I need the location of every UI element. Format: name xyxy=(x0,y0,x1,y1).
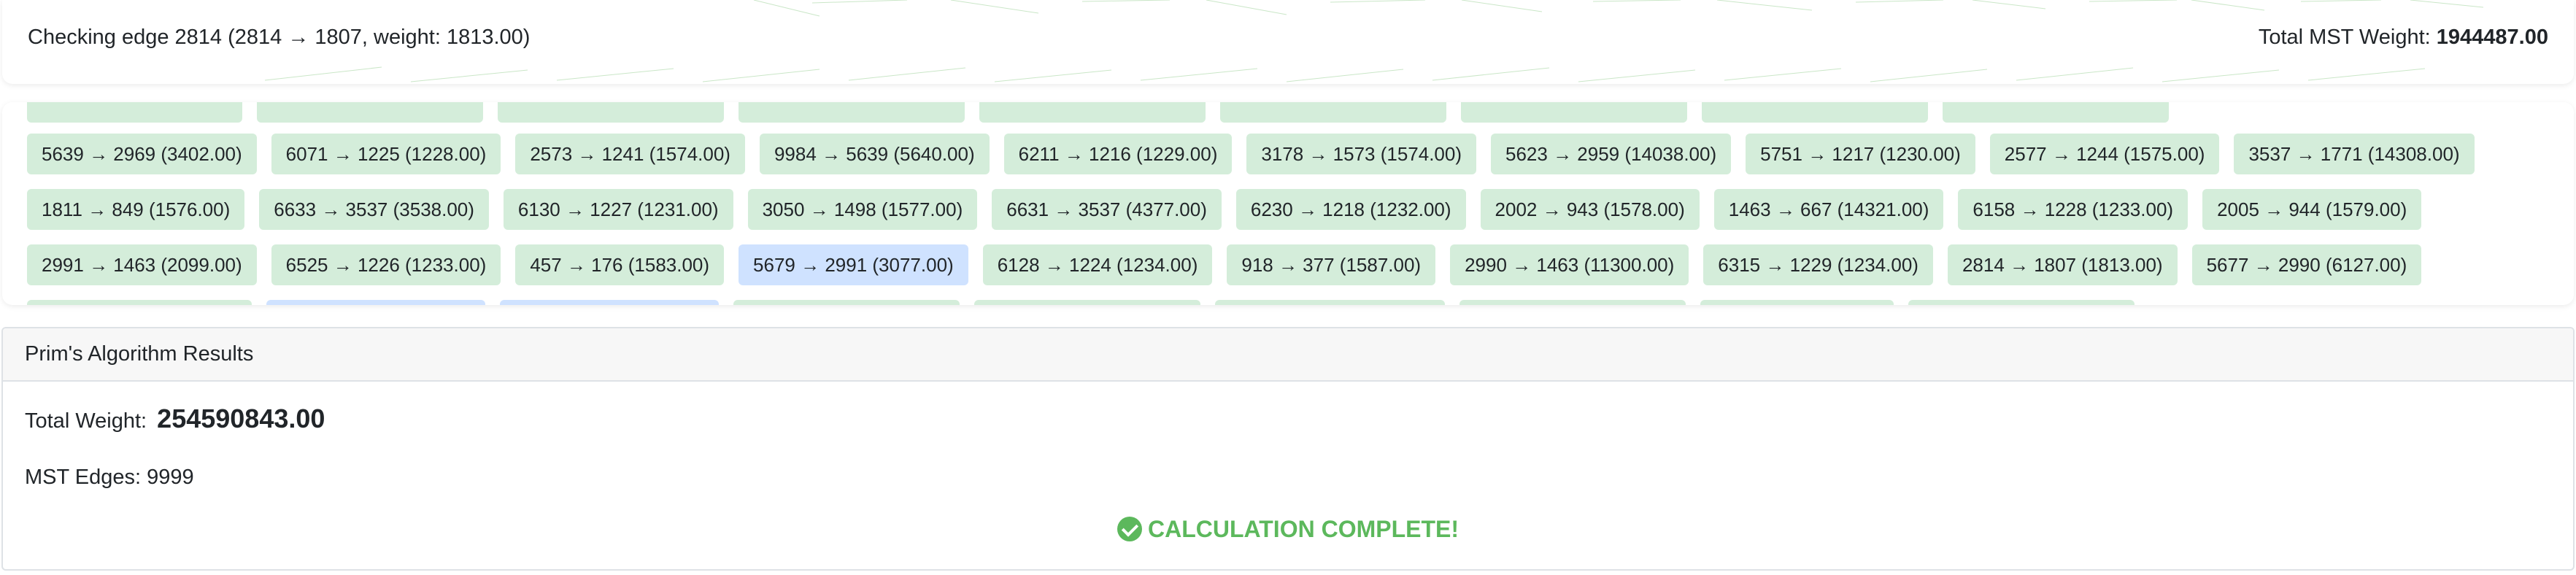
edge-badge: 5639 → 2969 (3402.00) xyxy=(27,134,257,174)
edge-badge xyxy=(1702,102,1928,123)
edge-badge: 5677 → 2990 (6127.00) xyxy=(2191,244,2422,285)
edge-badge xyxy=(979,102,1206,123)
edge-badge: 457 → 176 (1583.00) xyxy=(515,244,725,285)
edge-row-3: 2991 → 1463 (2099.00) 6525 → 1226 (1233.… xyxy=(27,244,2422,285)
calculation-complete-status: CALCULATION COMPLETE! xyxy=(3,516,2573,543)
edge-badge xyxy=(257,102,483,123)
edge-badge: 3537 → 1771 (14308.00) xyxy=(2234,134,2475,174)
edge-badge: 918 → 377 (1587.00) xyxy=(1227,244,1436,285)
edge-badge: 5751 → 1217 (1230.00) xyxy=(1746,134,1975,174)
current-edge-status: Checking edge 2814 (2814 → 1807, weight:… xyxy=(28,26,531,49)
edge-badge xyxy=(1459,300,1686,305)
edge-badge xyxy=(27,300,252,305)
edge-badge: 6130 → 1227 (1231.00) xyxy=(503,189,733,230)
edge-row-partial-top xyxy=(27,102,2169,123)
edge-row-2: 1811 → 849 (1576.00) 6633 → 3537 (3538.0… xyxy=(27,189,2422,230)
edge-badge: 2990 → 1463 (11300.00) xyxy=(1450,244,1689,285)
mst-edge-count: MST Edges: 9999 xyxy=(25,466,194,489)
edge-badge: 5623 → 2959 (14038.00) xyxy=(1491,134,1732,174)
edge-badge: 6230 → 1218 (1232.00) xyxy=(1235,189,1466,230)
edge-badge: 2577 → 1244 (1575.00) xyxy=(1989,134,2220,174)
edge-badge xyxy=(498,102,724,123)
results-body: Total Weight: 254590843.00 MST Edges: 99… xyxy=(3,382,2573,569)
edge-badge xyxy=(1461,102,1687,123)
edge-badge: 2005 → 944 (1579.00) xyxy=(2202,189,2422,230)
edge-badge: 6211 → 1216 (1229.00) xyxy=(1003,134,1233,174)
edge-badge: 2991 → 1463 (2099.00) xyxy=(27,244,257,285)
total-weight: Total Weight: 254590843.00 xyxy=(25,404,325,434)
edge-badge-active: 5679 → 2991 (3077.00) xyxy=(739,244,968,285)
edge-badge xyxy=(974,300,1200,305)
edge-badge: 3050 → 1498 (1577.00) xyxy=(747,189,978,230)
edge-badge: 6158 → 1228 (1233.00) xyxy=(1958,189,2189,230)
edge-list-panel[interactable]: 5639 → 2969 (3402.00) 6071 → 1225 (1228.… xyxy=(2,102,2574,305)
edge-badge: 6631 → 3537 (4377.00) xyxy=(992,189,1222,230)
edge-badge xyxy=(500,300,719,305)
edge-badge xyxy=(1700,300,1894,305)
edge-row-1: 5639 → 2969 (3402.00) 6071 → 1225 (1228.… xyxy=(27,134,2475,174)
edge-badge xyxy=(1215,300,1445,305)
mst-total-weight: Total MST Weight: 1944487.00 xyxy=(2259,26,2548,50)
edge-badge: 6071 → 1225 (1228.00) xyxy=(271,134,501,174)
edge-badge xyxy=(739,102,965,123)
calculation-complete-text: CALCULATION COMPLETE! xyxy=(1147,516,1459,542)
edge-badge: 2002 → 943 (1578.00) xyxy=(1480,189,1700,230)
edge-badge: 1811 → 849 (1576.00) xyxy=(27,189,245,230)
edge-badge xyxy=(27,102,242,123)
edge-badge: 2573 → 1241 (1574.00) xyxy=(515,134,745,174)
edge-badge: 1463 → 667 (14321.00) xyxy=(1713,189,1944,230)
total-weight-value: 254590843.00 xyxy=(157,404,325,433)
edge-badge: 6633 → 3537 (3538.00) xyxy=(259,189,489,230)
edge-badge: 6525 → 1226 (1233.00) xyxy=(271,244,501,285)
edge-row-partial-bottom xyxy=(27,300,2135,305)
status-card: Checking edge 2814 (2814 → 1807, weight:… xyxy=(2,0,2574,84)
edge-badge xyxy=(1943,102,2169,123)
total-weight-label: Total Weight: xyxy=(25,409,147,433)
mst-total-value: 1944487.00 xyxy=(2436,26,2548,49)
edge-badge xyxy=(266,300,485,305)
edge-badge xyxy=(1220,102,1446,123)
edge-badge xyxy=(1908,300,2135,305)
edge-badge: 9984 → 5639 (5640.00) xyxy=(759,134,990,174)
results-card: Prim's Algorithm Results Total Weight: 2… xyxy=(1,327,2575,571)
results-header: Prim's Algorithm Results xyxy=(3,328,2573,382)
edge-badge: 6128 → 1224 (1234.00) xyxy=(982,244,1213,285)
check-circle-icon xyxy=(1117,517,1142,541)
edge-badge: 3178 → 1573 (1574.00) xyxy=(1246,134,1477,174)
mst-total-label: Total MST Weight: xyxy=(2258,26,2431,49)
edge-badge xyxy=(733,300,960,305)
edge-badge: 2814 → 1807 (1813.00) xyxy=(1947,244,2178,285)
edge-badge: 6315 → 1229 (1234.00) xyxy=(1703,244,1933,285)
